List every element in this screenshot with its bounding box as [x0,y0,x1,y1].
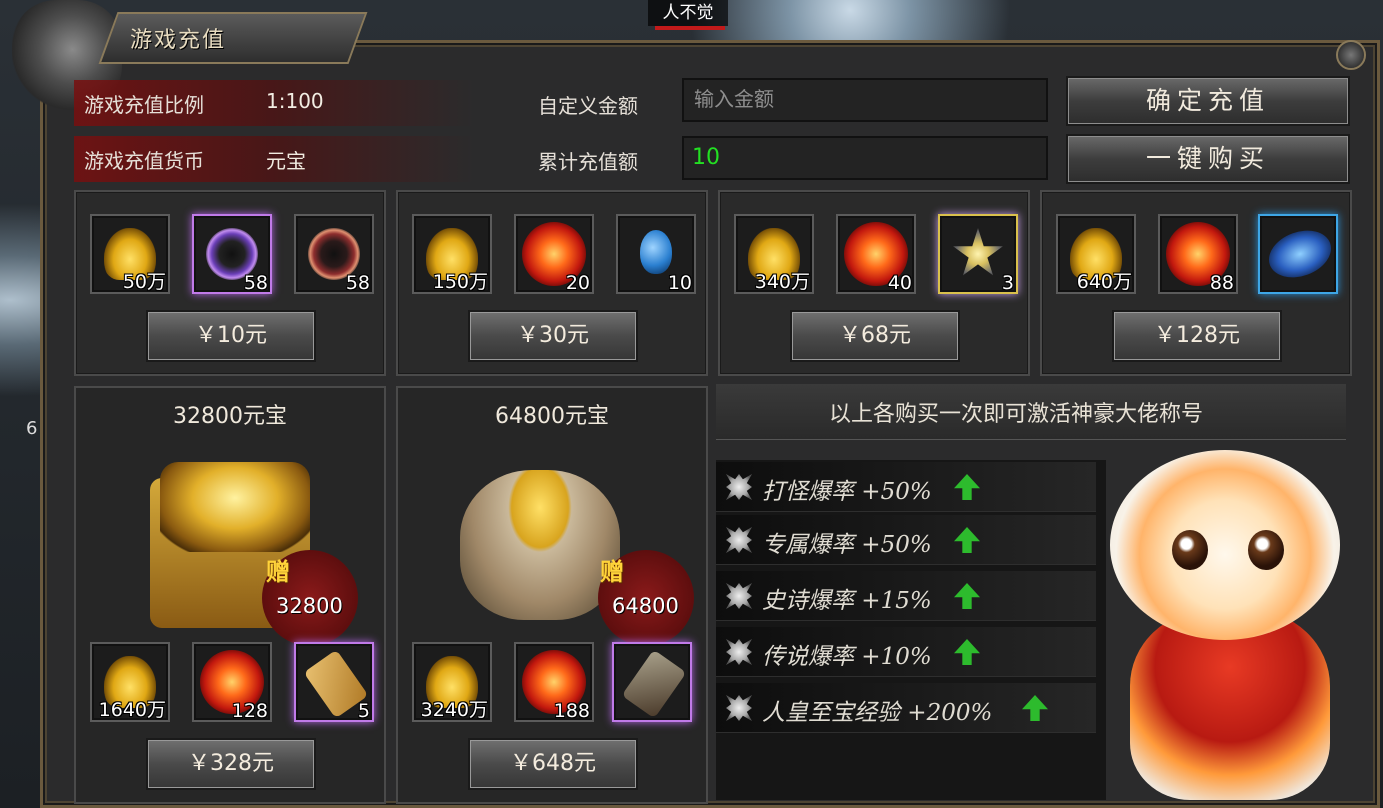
item-slot[interactable]: 3240万 [412,642,492,722]
buy-10-button[interactable]: ￥10元 [146,310,316,362]
title-reward-text: 以上各购买一次即可激活神豪大佬称号 [828,402,1203,427]
ratio-row: 游戏充值比例 1:100 [74,80,474,126]
gold-pile-icon [160,462,310,552]
item-qty: 340万 [754,271,810,293]
currency-value: 元宝 [266,149,306,173]
item-slot[interactable]: 58 [294,214,374,294]
currency-row: 游戏充值货币 元宝 [74,136,474,182]
buy-648-button[interactable]: ￥648元 [468,738,638,790]
crossed-swords-icon [726,583,752,609]
bonus-label: 赠 [600,557,624,586]
one-click-buy-button[interactable]: 一键购买 [1066,134,1350,184]
item-slot[interactable]: 150万 [412,214,492,294]
item-slot[interactable]: 20 [514,214,594,294]
custom-amount-input[interactable] [682,78,1048,122]
bonus-amount: 64800 [612,594,679,618]
crossed-swords-icon [726,695,752,721]
ratio-label: 游戏充值比例 [84,93,204,117]
perk-text: 史诗爆率 +15% [762,588,932,614]
perk-text: 打怪爆率 +50% [762,479,932,505]
item-qty: 150万 [432,271,488,293]
item-slot[interactable]: 340万 [734,214,814,294]
perk-text: 人皇至宝经验 +200% [762,700,993,726]
item-slot[interactable] [1258,214,1338,294]
crossed-swords-icon [726,527,752,553]
window-title: 游戏充值 [130,28,227,53]
up-arrow-icon [954,527,980,553]
currency-label: 游戏充值货币 [84,149,204,173]
perk-row: 专属爆率 +50% [716,515,1096,565]
item-slot[interactable]: 50万 [90,214,170,294]
bonus-amount: 32800 [276,594,343,618]
total-recharge-value: 10 [682,136,1048,180]
buy-30-button[interactable]: ￥30元 [468,310,638,362]
item-qty: 20 [565,272,590,294]
item-qty: 5 [357,700,370,722]
item-qty: 58 [345,272,370,294]
dark-scroll-icon [621,649,687,719]
item-qty: 1640万 [98,699,166,721]
player-hp-bar [655,26,725,30]
item-qty: 3 [1001,272,1014,294]
gold-sack-icon [460,470,620,620]
custom-amount-label: 自定义金额 [538,94,638,118]
crossed-swords-icon [726,639,752,665]
item-slot[interactable]: 88 [1158,214,1238,294]
big-pack-title: 32800元宝 [173,404,287,429]
blue-potion-icon [640,230,672,274]
edge-number: 6 [26,418,38,439]
up-arrow-icon [1022,695,1048,721]
item-qty: 50万 [122,271,166,293]
lion-mascot-icon [1100,450,1350,800]
item-slot[interactable]: 10 [616,214,696,294]
perk-row: 史诗爆率 +15% [716,571,1096,621]
item-slot[interactable] [612,642,692,722]
buy-128-button[interactable]: ￥128元 [1112,310,1282,362]
buy-68-button[interactable]: ￥68元 [790,310,960,362]
mascot-head [1110,450,1340,640]
total-recharge-label: 累计充值额 [538,150,638,174]
item-qty: 640万 [1076,271,1132,293]
big-pack-title: 64800元宝 [495,404,609,429]
close-icon[interactable] [1336,40,1366,70]
blue-fish-icon [1262,222,1338,286]
perk-row: 打怪爆率 +50% [716,462,1096,512]
item-slot[interactable]: 188 [514,642,594,722]
star-gem-icon [953,228,1003,276]
perk-text: 专属爆率 +50% [762,532,932,558]
up-arrow-icon [954,474,980,500]
perk-text: 传说爆率 +10% [762,644,932,670]
buy-328-button[interactable]: ￥328元 [146,738,316,790]
bonus-label: 赠 [266,557,290,586]
item-qty: 128 [231,700,268,722]
item-qty: 58 [243,272,268,294]
item-qty: 3240万 [420,699,488,721]
item-slot[interactable]: 3 [938,214,1018,294]
item-slot[interactable]: 640万 [1056,214,1136,294]
item-slot[interactable]: 128 [192,642,272,722]
ratio-value: 1:100 [266,89,324,113]
item-qty: 188 [553,700,590,722]
item-qty: 88 [1209,272,1234,294]
item-qty: 40 [887,272,912,294]
perk-row: 传说爆率 +10% [716,627,1096,677]
up-arrow-icon [954,639,980,665]
item-qty: 10 [667,272,692,294]
mascot-eye [1172,530,1208,570]
item-slot[interactable]: 5 [294,642,374,722]
mascot-eye [1248,530,1284,570]
perk-row: 人皇至宝经验 +200% [716,683,1096,733]
item-slot[interactable]: 40 [836,214,916,294]
up-arrow-icon [954,583,980,609]
crossed-swords-icon [726,474,752,500]
confirm-recharge-button[interactable]: 确定充值 [1066,76,1350,126]
item-slot[interactable]: 58 [192,214,272,294]
player-name-tag: 人不觉 [648,0,728,26]
item-slot[interactable]: 1640万 [90,642,170,722]
